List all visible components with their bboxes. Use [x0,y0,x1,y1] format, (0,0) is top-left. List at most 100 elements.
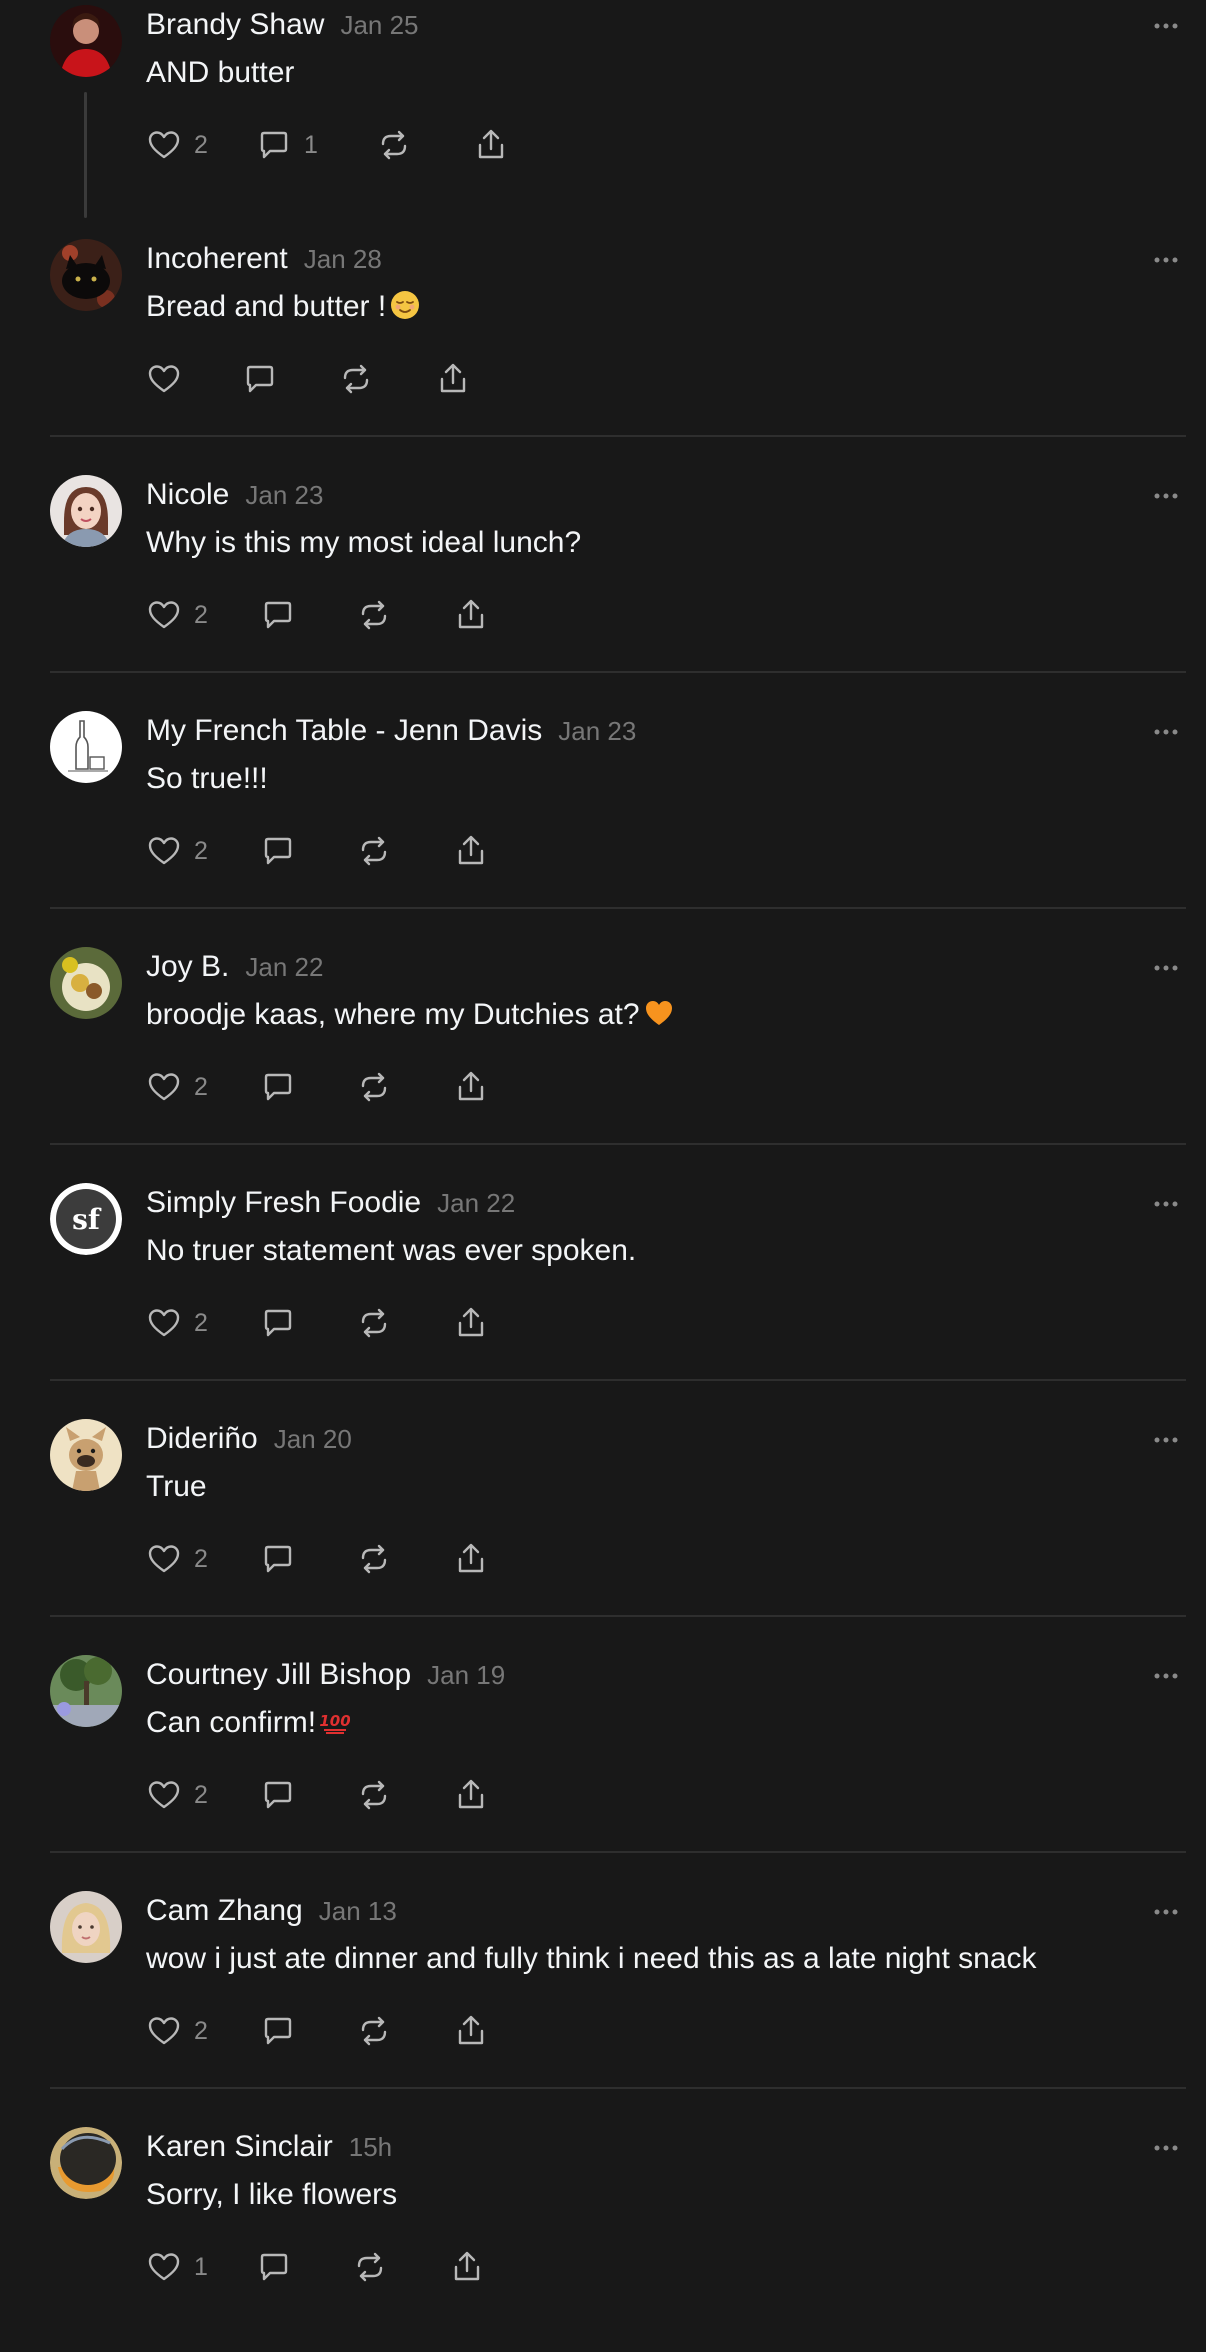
reply-post[interactable]: My French Table - Jenn Davis Jan 23 So tru… [0,706,1206,936]
divider [50,907,1186,909]
like-button[interactable]: 2 [146,2011,208,2051]
more-options-icon[interactable] [1150,2132,1182,2164]
repost-button[interactable] [356,1067,392,1107]
more-options-icon[interactable] [1150,716,1182,748]
like-button[interactable]: 2 [146,831,208,871]
repost-button[interactable] [356,1775,392,1815]
username[interactable]: Dideriño [146,1422,258,1455]
share-button[interactable] [453,595,489,635]
avatar[interactable] [50,947,122,1019]
share-button[interactable] [453,1067,489,1107]
repost-button[interactable] [356,1303,392,1343]
reply-post[interactable]: Nicole Jan 23 Why is this my most ideal lu… [0,470,1206,700]
comment-icon [256,127,292,163]
heart-icon [146,833,182,869]
share-button[interactable] [453,831,489,871]
repost-icon [338,361,374,397]
avatar[interactable] [50,1891,122,1963]
more-options-icon[interactable] [1150,480,1182,512]
reply-post[interactable]: Incoherent Jan 28 Bread and butter ! [0,234,1206,464]
like-count: 2 [194,130,208,159]
share-button[interactable] [453,1303,489,1343]
username[interactable]: Courtney Jill Bishop [146,1658,411,1691]
like-button[interactable]: 2 [146,1303,208,1343]
post-text-content: Why is this my most ideal lunch? [146,526,582,559]
share-icon [473,127,509,163]
like-button[interactable] [146,359,182,399]
more-options-icon[interactable] [1150,244,1182,276]
share-button[interactable] [453,1775,489,1815]
avatar[interactable]: sf [50,1183,122,1255]
post-header: Incoherent Jan 28 [146,242,382,276]
more-options-icon[interactable] [1150,10,1182,42]
repost-button[interactable] [356,831,392,871]
avatar[interactable] [50,2127,122,2199]
reply-post[interactable]: sf Simply Fresh Foodie Jan 22 No truer stat… [0,1178,1206,1408]
reply-button[interactable] [256,2247,292,2287]
comment-icon [256,2249,292,2285]
reply-button[interactable] [260,1303,296,1343]
share-button[interactable] [453,1539,489,1579]
like-button[interactable]: 2 [146,1539,208,1579]
reply-button[interactable] [260,1775,296,1815]
post-header: Dideriño Jan 20 [146,1422,352,1456]
username[interactable]: Incoherent [146,242,288,275]
repost-button[interactable] [376,125,412,165]
post-date: Jan 22 [437,1188,516,1218]
avatar[interactable] [50,1655,122,1727]
avatar[interactable] [50,239,122,311]
share-button[interactable] [449,2247,485,2287]
like-button[interactable]: 2 [146,1775,208,1815]
share-button[interactable] [435,359,471,399]
username[interactable]: Karen Sinclair [146,2130,333,2163]
reply-button[interactable] [260,831,296,871]
repost-button[interactable] [352,2247,388,2287]
avatar[interactable] [50,711,122,783]
share-button[interactable] [453,2011,489,2051]
avatar[interactable] [50,1419,122,1491]
avatar[interactable] [50,475,122,547]
reply-post[interactable]: Dideriño Jan 20 True 2 [0,1414,1206,1644]
orange-heart-icon [644,998,674,1036]
reply-button[interactable] [260,1067,296,1107]
like-button[interactable]: 2 [146,595,208,635]
divider [50,1143,1186,1145]
more-options-icon[interactable] [1150,1424,1182,1456]
reply-button[interactable] [242,359,278,399]
like-button[interactable]: 2 [146,1067,208,1107]
repost-button[interactable] [356,595,392,635]
like-count: 2 [194,836,208,865]
repost-button[interactable] [356,1539,392,1579]
username[interactable]: Cam Zhang [146,1894,303,1927]
more-options-icon[interactable] [1150,1188,1182,1220]
repost-icon [356,2013,392,2049]
username[interactable]: My French Table - Jenn Davis [146,714,542,747]
avatar[interactable] [50,5,122,77]
reply-post[interactable]: Cam Zhang Jan 13 wow i just ate dinner and… [0,1886,1206,2116]
post-header: My French Table - Jenn Davis Jan 23 [146,714,636,748]
reply-post[interactable]: Courtney Jill Bishop Jan 19 Can confirm! 10… [0,1650,1206,1880]
reply-button[interactable] [260,595,296,635]
more-options-icon[interactable] [1150,1896,1182,1928]
more-options-icon[interactable] [1150,1660,1182,1692]
username[interactable]: Brandy Shaw [146,8,324,41]
share-icon [453,2013,489,2049]
divider [50,671,1186,673]
post-header: Karen Sinclair 15h [146,2130,392,2164]
reply-button[interactable]: 1 [256,125,318,165]
heart-icon [146,2013,182,2049]
reply-button[interactable] [260,1539,296,1579]
share-button[interactable] [473,125,509,165]
like-button[interactable]: 2 [146,125,208,165]
reply-post[interactable]: Brandy Shaw Jan 25 AND butter 2 1 [0,0,1206,230]
username[interactable]: Simply Fresh Foodie [146,1186,421,1219]
reply-post[interactable]: Karen Sinclair 15h Sorry, I like flowers 1 [0,2122,1206,2352]
repost-button[interactable] [356,2011,392,2051]
username[interactable]: Nicole [146,478,229,511]
repost-button[interactable] [338,359,374,399]
like-button[interactable]: 1 [146,2247,208,2287]
more-options-icon[interactable] [1150,952,1182,984]
username[interactable]: Joy B. [146,950,229,983]
reply-post[interactable]: Joy B. Jan 22 broodje kaas, where my Dutch… [0,942,1206,1172]
reply-button[interactable] [260,2011,296,2051]
